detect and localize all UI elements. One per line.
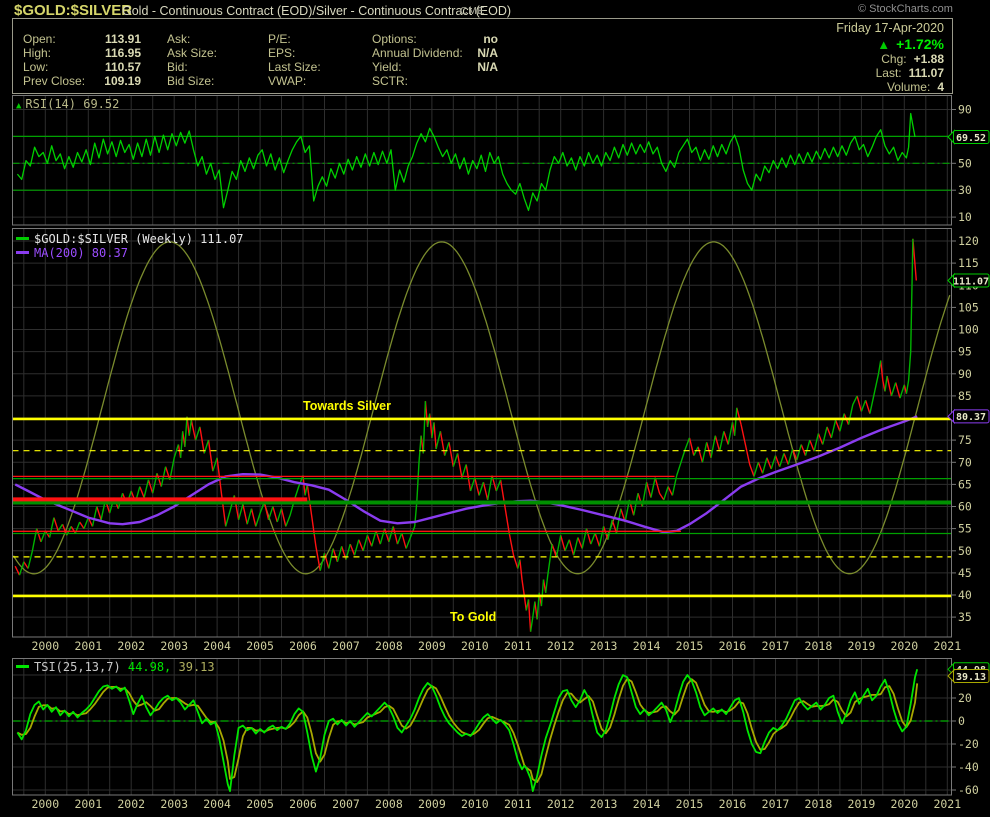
svg-text:2000: 2000	[31, 797, 59, 811]
green-dash-icon	[16, 665, 29, 668]
ma-legend: MA(200) 80.37	[16, 246, 128, 260]
svg-text:2006: 2006	[289, 797, 317, 811]
main-panel: 1201151101051009590858075706560555045403…	[13, 229, 990, 654]
svg-text:2012: 2012	[547, 797, 575, 811]
svg-text:2013: 2013	[590, 639, 618, 653]
svg-text:50: 50	[958, 544, 972, 558]
svg-text:2016: 2016	[719, 639, 747, 653]
svg-text:39.13: 39.13	[956, 672, 986, 683]
svg-text:20: 20	[958, 691, 972, 705]
svg-text:2017: 2017	[762, 797, 790, 811]
svg-text:2003: 2003	[160, 797, 188, 811]
main-series-label: $GOLD:$SILVER (Weekly) 111.07	[34, 232, 244, 246]
tsi-signal-value: 39.13	[171, 660, 214, 674]
svg-text:2021: 2021	[933, 639, 961, 653]
rsi-legend: ▲ RSI(14) 69.52	[16, 97, 119, 111]
annotation-to-gold: To Gold	[450, 610, 496, 624]
svg-text:2017: 2017	[762, 639, 790, 653]
svg-text:2014: 2014	[633, 797, 661, 811]
tsi-panel: 40200-20-40-6044.9839.132000200120022003…	[13, 659, 990, 812]
svg-text:2007: 2007	[332, 797, 360, 811]
svg-text:120: 120	[958, 234, 979, 248]
tsi-legend: TSI(25,13,7) 44.98, 39.13	[16, 660, 215, 674]
svg-text:2011: 2011	[504, 797, 532, 811]
rsi-panel: 907050301069.52	[13, 96, 990, 226]
tsi-name: TSI(25,13,7)	[34, 660, 128, 674]
svg-text:2005: 2005	[246, 797, 274, 811]
svg-text:2012: 2012	[547, 639, 575, 653]
svg-text:40: 40	[958, 588, 972, 602]
stockcharts-chart-page: $GOLD:$SILVER Gold - Continuous Contract…	[0, 0, 990, 817]
svg-text:2008: 2008	[375, 797, 403, 811]
svg-text:60: 60	[958, 500, 972, 514]
svg-text:2001: 2001	[74, 797, 102, 811]
green-dash-icon	[16, 237, 29, 240]
svg-text:105: 105	[958, 300, 979, 314]
svg-text:80.37: 80.37	[956, 412, 986, 423]
rsi-legend-text: RSI(14) 69.52	[25, 97, 119, 111]
svg-text:2010: 2010	[461, 639, 489, 653]
svg-text:2015: 2015	[676, 797, 704, 811]
svg-text:2016: 2016	[719, 797, 747, 811]
svg-text:95: 95	[958, 345, 972, 359]
svg-text:2000: 2000	[31, 639, 59, 653]
svg-text:50: 50	[958, 156, 972, 170]
svg-text:55: 55	[958, 522, 972, 536]
svg-text:2009: 2009	[418, 639, 446, 653]
svg-text:-20: -20	[958, 737, 979, 751]
svg-text:45: 45	[958, 566, 972, 580]
svg-text:2021: 2021	[933, 797, 961, 811]
svg-text:30: 30	[958, 183, 972, 197]
svg-text:65: 65	[958, 477, 972, 491]
svg-text:2006: 2006	[289, 639, 317, 653]
svg-text:2018: 2018	[805, 797, 833, 811]
svg-text:85: 85	[958, 389, 972, 403]
svg-text:2009: 2009	[418, 797, 446, 811]
svg-text:2015: 2015	[676, 639, 704, 653]
svg-text:70: 70	[958, 455, 972, 469]
indicator-icon: ▲	[16, 101, 21, 111]
svg-text:2005: 2005	[246, 639, 274, 653]
main-series-legend: $GOLD:$SILVER (Weekly) 111.07	[16, 232, 244, 246]
svg-text:2014: 2014	[633, 639, 661, 653]
svg-text:2001: 2001	[74, 639, 102, 653]
svg-text:35: 35	[958, 610, 972, 624]
svg-text:10: 10	[958, 210, 972, 224]
svg-text:2004: 2004	[203, 797, 231, 811]
svg-text:-40: -40	[958, 760, 979, 774]
svg-text:2019: 2019	[848, 639, 876, 653]
tsi-value: 44.98,	[128, 660, 171, 674]
svg-text:115: 115	[958, 256, 979, 270]
svg-text:2008: 2008	[375, 639, 403, 653]
svg-text:2019: 2019	[848, 797, 876, 811]
svg-text:111.07: 111.07	[953, 276, 989, 287]
svg-text:2020: 2020	[890, 639, 918, 653]
svg-text:2007: 2007	[332, 639, 360, 653]
svg-text:2020: 2020	[890, 797, 918, 811]
purple-dash-icon	[16, 251, 29, 254]
svg-text:2013: 2013	[590, 797, 618, 811]
svg-text:90: 90	[958, 103, 972, 117]
chart-canvas: 907050301069.521201151101051009590858075…	[0, 0, 990, 817]
ma-label: MA(200) 80.37	[34, 246, 128, 260]
svg-text:-60: -60	[958, 783, 979, 797]
svg-text:2011: 2011	[504, 639, 532, 653]
svg-text:90: 90	[958, 367, 972, 381]
svg-text:0: 0	[958, 714, 965, 728]
svg-text:2002: 2002	[117, 797, 145, 811]
svg-text:69.52: 69.52	[956, 133, 986, 144]
svg-text:2004: 2004	[203, 639, 231, 653]
svg-text:2003: 2003	[160, 639, 188, 653]
annotation-towards-silver: Towards Silver	[303, 399, 391, 413]
svg-text:75: 75	[958, 433, 972, 447]
svg-text:100: 100	[958, 323, 979, 337]
svg-text:2018: 2018	[805, 639, 833, 653]
svg-text:2010: 2010	[461, 797, 489, 811]
svg-text:2002: 2002	[117, 639, 145, 653]
